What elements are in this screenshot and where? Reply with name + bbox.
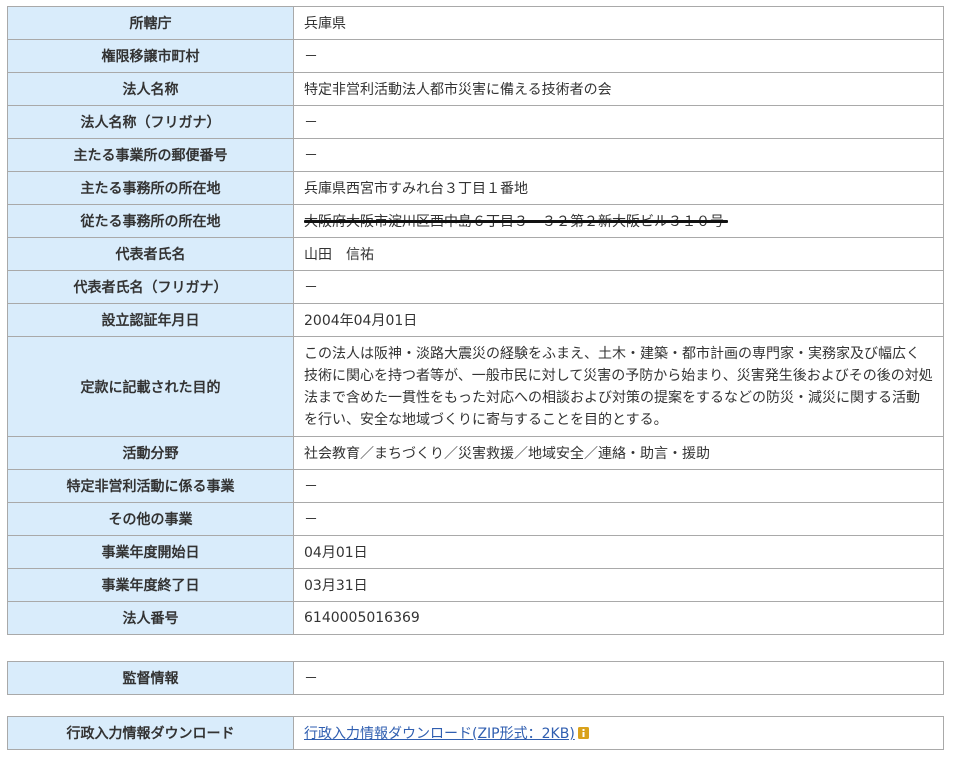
row-value: － [293, 39, 944, 73]
row-label: 所轄庁 [7, 6, 294, 40]
row-label: 事業年度開始日 [7, 535, 294, 569]
table-row: 主たる事業所の郵便番号 － [7, 138, 944, 172]
table-row: 事業年度終了日 03月31日 [7, 568, 944, 602]
supervision-label: 監督情報 [7, 661, 294, 695]
row-label: その他の事業 [7, 502, 294, 536]
row-value: 特定非営利活動法人都市災害に備える技術者の会 [293, 72, 944, 106]
row-value: 6140005016369 [293, 601, 944, 635]
row-value: 兵庫県西宮市すみれ台３丁目１番地 [293, 171, 944, 205]
row-value: 社会教育／まちづくり／災害救援／地域安全／連絡・助言・援助 [293, 436, 944, 470]
corporation-info-table: 所轄庁 兵庫県 権限移譲市町村 － 法人名称 特定非営利活動法人都市災害に備える… [7, 6, 944, 635]
redacted-address: 大阪府大阪市淀川区西中島６丁目３－３２第２新大阪ビル３１０号 [304, 211, 728, 231]
row-label: 主たる事業所の郵便番号 [7, 138, 294, 172]
table-row: 監督情報 － [7, 661, 944, 695]
table-row: 代表者氏名（フリガナ） － [7, 270, 944, 304]
table-row: 法人名称（フリガナ） － [7, 105, 944, 139]
row-label: 従たる事務所の所在地 [7, 204, 294, 238]
table-row: 代表者氏名 山田 信祐 [7, 237, 944, 271]
table-row: 定款に記載された目的 この法人は阪神・淡路大震災の経験をふまえ、土木・建築・都市… [7, 336, 944, 437]
table-row: 法人番号 6140005016369 [7, 601, 944, 635]
row-label: 事業年度終了日 [7, 568, 294, 602]
download-cell: 行政入力情報ダウンロード(ZIP形式：2KB) [293, 716, 944, 750]
row-value: － [293, 270, 944, 304]
row-label: 代表者氏名 [7, 237, 294, 271]
row-label: 法人番号 [7, 601, 294, 635]
supervision-table: 監督情報 － [7, 661, 944, 695]
row-value-redacted: 大阪府大阪市淀川区西中島６丁目３－３２第２新大阪ビル３１０号 [293, 204, 944, 238]
row-label: 法人名称 [7, 72, 294, 106]
supervision-value: － [293, 661, 944, 695]
table-row: 所轄庁 兵庫県 [7, 6, 944, 40]
row-value: 山田 信祐 [293, 237, 944, 271]
row-value-purpose: この法人は阪神・淡路大震災の経験をふまえ、土木・建築・都市計画の専門家・実務家及… [293, 336, 944, 437]
row-label: 権限移譲市町村 [7, 39, 294, 73]
table-row: 行政入力情報ダウンロード 行政入力情報ダウンロード(ZIP形式：2KB) [7, 716, 944, 750]
row-label: 活動分野 [7, 436, 294, 470]
download-link[interactable]: 行政入力情報ダウンロード(ZIP形式：2KB) [304, 726, 575, 742]
row-value: 04月01日 [293, 535, 944, 569]
row-value: 03月31日 [293, 568, 944, 602]
row-label: 主たる事務所の所在地 [7, 171, 294, 205]
row-label: 特定非営利活動に係る事業 [7, 469, 294, 503]
redaction-line [304, 220, 728, 223]
row-value: 兵庫県 [293, 6, 944, 40]
row-label: 定款に記載された目的 [7, 336, 294, 437]
table-row: 活動分野 社会教育／まちづくり／災害救援／地域安全／連絡・助言・援助 [7, 436, 944, 470]
table-row: 設立認証年月日 2004年04月01日 [7, 303, 944, 337]
row-value: 2004年04月01日 [293, 303, 944, 337]
row-value: － [293, 502, 944, 536]
info-icon[interactable] [577, 727, 589, 739]
row-label: 設立認証年月日 [7, 303, 294, 337]
row-label: 代表者氏名（フリガナ） [7, 270, 294, 304]
table-row: 特定非営利活動に係る事業 － [7, 469, 944, 503]
row-value: － [293, 138, 944, 172]
table-row: 事業年度開始日 04月01日 [7, 535, 944, 569]
table-row: その他の事業 － [7, 502, 944, 536]
row-value: － [293, 105, 944, 139]
download-label: 行政入力情報ダウンロード [7, 716, 294, 750]
download-table: 行政入力情報ダウンロード 行政入力情報ダウンロード(ZIP形式：2KB) [7, 716, 944, 750]
table-row: 従たる事務所の所在地 大阪府大阪市淀川区西中島６丁目３－３２第２新大阪ビル３１０… [7, 204, 944, 238]
table-row: 権限移譲市町村 － [7, 39, 944, 73]
table-row: 主たる事務所の所在地 兵庫県西宮市すみれ台３丁目１番地 [7, 171, 944, 205]
page: 所轄庁 兵庫県 権限移譲市町村 － 法人名称 特定非営利活動法人都市災害に備える… [0, 0, 955, 759]
table-row: 法人名称 特定非営利活動法人都市災害に備える技術者の会 [7, 72, 944, 106]
row-label: 法人名称（フリガナ） [7, 105, 294, 139]
row-value: － [293, 469, 944, 503]
